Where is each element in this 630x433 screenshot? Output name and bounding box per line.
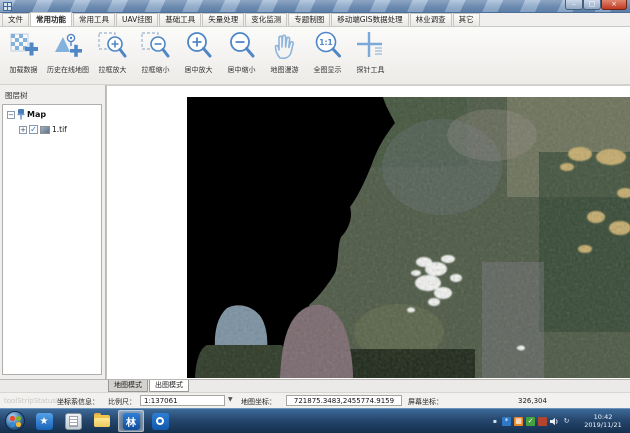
tab-common-functions[interactable]: 常用功能 bbox=[30, 12, 72, 26]
history-online-map-icon bbox=[52, 30, 84, 62]
box-zoom-out-icon bbox=[140, 30, 172, 62]
minimize-button[interactable]: – bbox=[565, 0, 583, 10]
coord-system-label: 坐标系信息： bbox=[57, 397, 99, 407]
box-zoom-in-icon bbox=[97, 30, 129, 62]
map-pan-icon bbox=[269, 30, 301, 62]
tray-safety-icon[interactable]: ✓ bbox=[526, 417, 535, 426]
probe-tool-button[interactable]: 探针工具 bbox=[349, 30, 392, 82]
toolbar-button-label: 居中放大 bbox=[185, 65, 213, 75]
collapse-expander-icon[interactable]: − bbox=[7, 111, 15, 119]
history-online-map-button[interactable]: 历史在线地图 bbox=[45, 30, 91, 82]
scale-dropdown-icon[interactable]: ▼ bbox=[228, 396, 233, 403]
screen-coord-label: 屏幕坐标： bbox=[408, 397, 443, 407]
tab-basic-tools[interactable]: 基础工具 bbox=[159, 13, 201, 26]
tab-vector-processing[interactable]: 矢量处理 bbox=[202, 13, 244, 26]
load-data-icon bbox=[8, 30, 40, 62]
status-bar: toolStripStatusLabel1 坐标系信息： 比例尺： 1:1370… bbox=[0, 392, 630, 408]
full-extent-icon: 1:1 bbox=[312, 30, 344, 62]
center-zoom-out-icon bbox=[226, 30, 258, 62]
tab-forestry-survey[interactable]: 林业调查 bbox=[410, 13, 452, 26]
map-canvas[interactable] bbox=[106, 85, 630, 379]
title-bar[interactable]: – □ × bbox=[0, 0, 630, 13]
tab-mobile-gis-data[interactable]: 移动端GIS数据处理 bbox=[331, 13, 408, 26]
expand-expander-icon[interactable]: + bbox=[19, 126, 27, 134]
window-controls: – □ × bbox=[565, 0, 627, 10]
probe-tool-icon bbox=[355, 30, 387, 62]
workspace: 图层树 − Map + ✓ 1.tif bbox=[0, 85, 630, 379]
toolbar-button-label: 拉框放大 bbox=[99, 65, 127, 75]
satellite-raster bbox=[187, 97, 630, 378]
start-button[interactable] bbox=[5, 411, 25, 431]
box-zoom-in-button[interactable]: 拉框放大 bbox=[91, 30, 134, 82]
box-zoom-out-button[interactable]: 拉框缩小 bbox=[134, 30, 177, 82]
map-pan-button[interactable]: 地图漫游 bbox=[263, 30, 306, 82]
center-zoom-out-button[interactable]: 居中缩小 bbox=[220, 30, 263, 82]
layout-mode-tab[interactable]: 出图模式 bbox=[149, 380, 189, 392]
tray-flag-icon[interactable] bbox=[538, 417, 547, 426]
toolbar-button-label: 居中缩小 bbox=[228, 65, 256, 75]
toolbar-button-label: 历史在线地图 bbox=[47, 65, 89, 75]
taskbar-app-o[interactable] bbox=[147, 410, 173, 432]
tree-node-map[interactable]: − Map bbox=[7, 109, 101, 120]
tray-grid-icon[interactable]: ▦ bbox=[514, 417, 523, 426]
taskbar-clock[interactable]: 10:42 2019/11/21 bbox=[580, 413, 626, 429]
tab-change-monitoring[interactable]: 变化监测 bbox=[245, 13, 287, 26]
layer-visibility-checkbox[interactable]: ✓ bbox=[29, 125, 38, 134]
scale-input[interactable]: 1:137061 bbox=[140, 395, 225, 406]
forestry-app-icon: 林 bbox=[123, 413, 140, 430]
tab-other[interactable]: 其它 bbox=[453, 13, 480, 26]
volume-icon[interactable] bbox=[550, 417, 559, 426]
toolbar-button-label: 地图漫游 bbox=[271, 65, 299, 75]
toolbar-button-label: 拉框缩小 bbox=[142, 65, 170, 75]
layer-tree[interactable]: − Map + ✓ 1.tif bbox=[2, 104, 102, 375]
center-zoom-in-icon bbox=[183, 30, 215, 62]
tab-uav-map[interactable]: UAV挂图 bbox=[116, 13, 158, 26]
scale-label: 比例尺： bbox=[108, 397, 136, 407]
show-hidden-icons-button[interactable]: ▪ bbox=[493, 418, 497, 425]
ribbon-tab-strip: 文件 常用功能 常用工具 UAV挂图 基础工具 矢量处理 变化监测 专题制图 移… bbox=[0, 13, 630, 27]
view-mode-tab-strip: 地图模式 出图模式 bbox=[0, 379, 630, 392]
tab-common-tools[interactable]: 常用工具 bbox=[73, 13, 115, 26]
star-app-icon: ★ bbox=[36, 413, 53, 430]
clock-time: 10:42 bbox=[580, 413, 626, 421]
pushpin-icon bbox=[17, 109, 25, 120]
folder-icon bbox=[94, 415, 110, 427]
tree-node-layer[interactable]: + ✓ 1.tif bbox=[19, 124, 101, 135]
map-coord-value: 721875.3483,2455774.9159 bbox=[286, 395, 402, 406]
toolbar-button-label: 加载数据 bbox=[10, 65, 38, 75]
app-icon bbox=[3, 2, 12, 11]
layer-panel: 图层树 − Map + ✓ 1.tif bbox=[0, 85, 106, 379]
root-node-label[interactable]: Map bbox=[27, 110, 46, 119]
map-coord-label: 地图坐标： bbox=[241, 397, 276, 407]
taskbar-app-forestry[interactable]: 林 bbox=[118, 410, 144, 432]
layer-node-label[interactable]: 1.tif bbox=[52, 125, 67, 134]
notepad-app-icon bbox=[65, 413, 82, 430]
layer-panel-title: 图层树 bbox=[5, 90, 28, 101]
aero-glass-texture bbox=[0, 0, 630, 12]
sync-icon[interactable]: ↻ bbox=[562, 417, 571, 426]
application-window: – □ × 文件 常用功能 常用工具 UAV挂图 基础工具 矢量处理 变化监测 … bbox=[0, 0, 630, 433]
maximize-button[interactable]: □ bbox=[583, 0, 601, 10]
tab-thematic-mapping[interactable]: 专题制图 bbox=[288, 13, 330, 26]
system-tray: ▪ * ▦ ✓ ↻ 10:42 2019/11/21 bbox=[493, 413, 630, 429]
center-zoom-in-button[interactable]: 居中放大 bbox=[177, 30, 220, 82]
load-data-button[interactable]: 加载数据 bbox=[2, 30, 45, 82]
map-mode-tab[interactable]: 地图模式 bbox=[108, 380, 148, 392]
close-button[interactable]: × bbox=[601, 0, 627, 10]
tray-snowflake-icon[interactable]: * bbox=[502, 417, 511, 426]
main-toolbar: 加载数据 历史在线地图 拉框放大 bbox=[0, 27, 630, 85]
windows-taskbar: ★ 林 ▪ * ▦ ✓ ↻ 10:42 bbox=[0, 408, 630, 433]
clock-date: 2019/11/21 bbox=[580, 421, 626, 429]
tab-file[interactable]: 文件 bbox=[2, 13, 29, 26]
o-app-icon bbox=[152, 413, 169, 430]
taskbar-app-notepad[interactable] bbox=[60, 410, 86, 432]
screen-coord-value: 326,304 bbox=[518, 397, 547, 405]
raster-thumbnail-icon bbox=[40, 126, 50, 134]
full-extent-button[interactable]: 1:1 全图显示 bbox=[306, 30, 349, 82]
toolbar-button-label: 探针工具 bbox=[357, 65, 385, 75]
toolbar-button-label: 全图显示 bbox=[314, 65, 342, 75]
full-extent-ratio-text: 1:1 bbox=[319, 38, 332, 47]
taskbar-app-star[interactable]: ★ bbox=[31, 410, 57, 432]
taskbar-app-explorer[interactable] bbox=[89, 410, 115, 432]
